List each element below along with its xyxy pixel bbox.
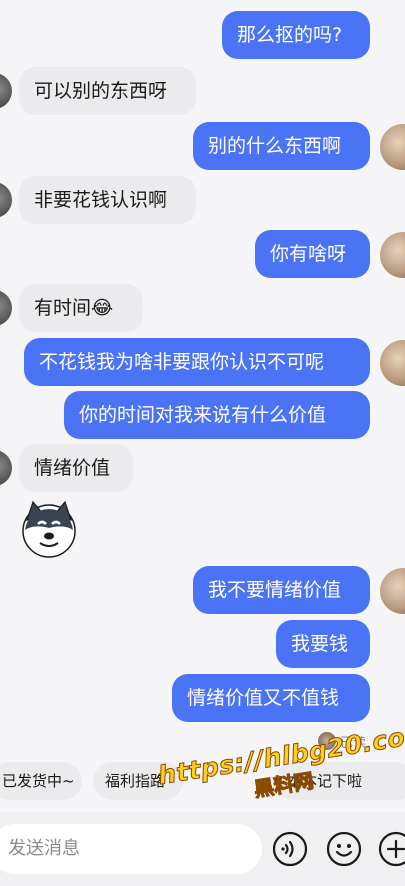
message-row-outgoing: 情绪价值又不值钱 <box>0 674 405 724</box>
read-receipt-avatar <box>318 732 336 750</box>
chat-history[interactable]: 那么抠的吗? 可以别的东西呀 别的什么东西啊 非要花钱认识啊 你有啥呀 有时间😂… <box>0 0 405 740</box>
contact-avatar[interactable] <box>0 73 12 109</box>
message-row-outgoing: 不花钱我为啥非要跟你认识不可呢 <box>0 338 405 388</box>
quick-reply-chip[interactable]: 福利指路 <box>93 762 183 800</box>
message-bubble-incoming[interactable]: 可以别的东西呀 <box>19 67 196 115</box>
emoji-picker-icon[interactable] <box>326 831 362 867</box>
voice-input-icon[interactable] <box>272 831 308 867</box>
message-row-outgoing: 我不要情绪价值 <box>0 566 405 616</box>
contact-avatar[interactable] <box>0 182 12 218</box>
message-bubble-outgoing[interactable]: 你有啥呀 <box>255 230 370 278</box>
message-row-outgoing: 别的什么东西啊 <box>0 122 405 172</box>
message-row-incoming: 可以别的东西呀 <box>0 67 405 117</box>
message-row-outgoing: 我要钱 <box>0 620 405 670</box>
message-row-outgoing: 你有啥呀 <box>0 230 405 280</box>
message-bubble-incoming[interactable]: 非要花钱认识啊 <box>19 176 196 224</box>
message-row-incoming: 非要花钱认识啊 <box>0 176 405 226</box>
quick-reply-bar: 已发货中~ 福利指路 本本记下啦 <box>0 756 405 806</box>
my-avatar[interactable] <box>380 340 405 386</box>
message-bubble-outgoing[interactable]: 我不要情绪价值 <box>193 566 370 614</box>
message-bubble-outgoing[interactable]: 别的什么东西啊 <box>193 122 370 170</box>
message-input[interactable]: 发送消息 <box>0 824 262 874</box>
contact-avatar[interactable] <box>0 290 12 326</box>
message-bubble-outgoing[interactable]: 情绪价值又不值钱 <box>172 674 370 722</box>
message-row-outgoing: 你的时间对我来说有什么价值 <box>0 391 405 441</box>
husky-dog-sticker-icon[interactable] <box>20 500 78 558</box>
message-bubble-outgoing[interactable]: 你的时间对我来说有什么价值 <box>64 391 370 439</box>
my-avatar[interactable] <box>380 568 405 614</box>
my-avatar[interactable] <box>380 124 405 170</box>
message-bubble-incoming[interactable]: 有时间😂 <box>19 284 143 332</box>
quick-reply-chip[interactable]: 本本记下啦 <box>275 762 405 800</box>
message-row-outgoing: 那么抠的吗? <box>0 11 405 61</box>
message-bubble-outgoing[interactable]: 不花钱我为啥非要跟你认识不可呢 <box>24 338 370 386</box>
quick-reply-chip[interactable]: 已发货中~ <box>0 762 82 800</box>
message-bubble-incoming[interactable]: 情绪价值 <box>19 444 133 492</box>
message-row-incoming: 有时间😂 <box>0 284 405 334</box>
contact-avatar[interactable] <box>0 450 12 486</box>
message-input-placeholder: 发送消息 <box>8 838 80 859</box>
message-bubble-outgoing[interactable]: 我要钱 <box>276 620 370 668</box>
read-receipt: 已读 <box>318 731 366 751</box>
message-row-incoming: 情绪价值 <box>0 444 405 494</box>
read-status-label: 已读 <box>340 735 367 751</box>
message-bubble-outgoing[interactable]: 那么抠的吗? <box>222 11 370 59</box>
my-avatar[interactable] <box>380 232 405 278</box>
add-attachment-icon[interactable] <box>378 831 405 867</box>
message-composer: 发送消息 <box>0 812 405 886</box>
